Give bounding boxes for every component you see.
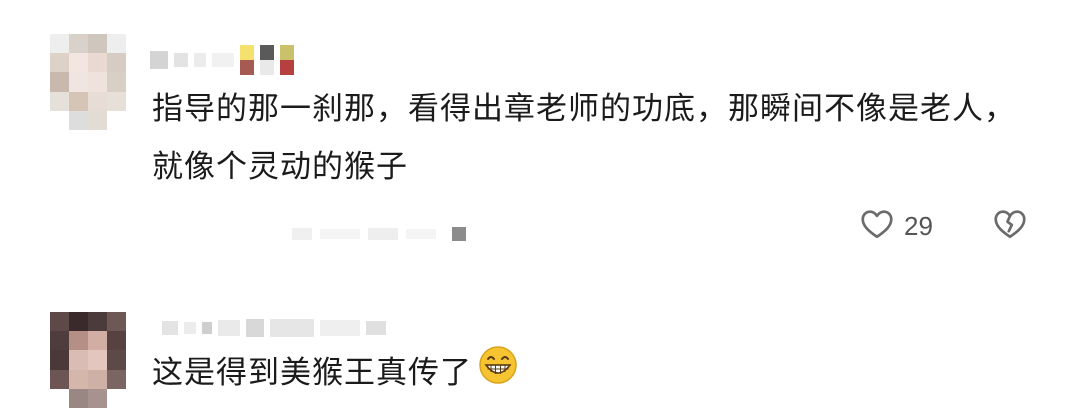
comment-text: 指导的那一刹那，看得出章老师的功底，那瞬间不像是老人，就像个灵动的猴子 [152, 91, 1016, 185]
comment-item: 指导的那一刹那，看得出章老师的功底，那瞬间不像是老人，就像个灵动的猴子 29 [0, 0, 1080, 290]
comment-meta-redacted [292, 222, 466, 246]
username-redacted[interactable] [162, 310, 386, 346]
like-count: 29 [904, 210, 933, 241]
comment-item: 这是得到美猴王真传了 [0, 290, 1080, 415]
comment-text-content: 这是得到美猴王真传了 [152, 355, 472, 391]
avatar[interactable] [50, 312, 126, 408]
username-redacted[interactable] [150, 42, 294, 78]
avatar[interactable] [50, 34, 126, 130]
comment-text: 这是得到美猴王真传了 [152, 344, 1020, 404]
dislike-button[interactable] [991, 206, 1029, 246]
like-button[interactable]: 29 [858, 206, 933, 246]
heart-outline-icon [858, 206, 896, 246]
broken-heart-icon [991, 210, 1029, 246]
grinning-face-icon [478, 345, 518, 404]
